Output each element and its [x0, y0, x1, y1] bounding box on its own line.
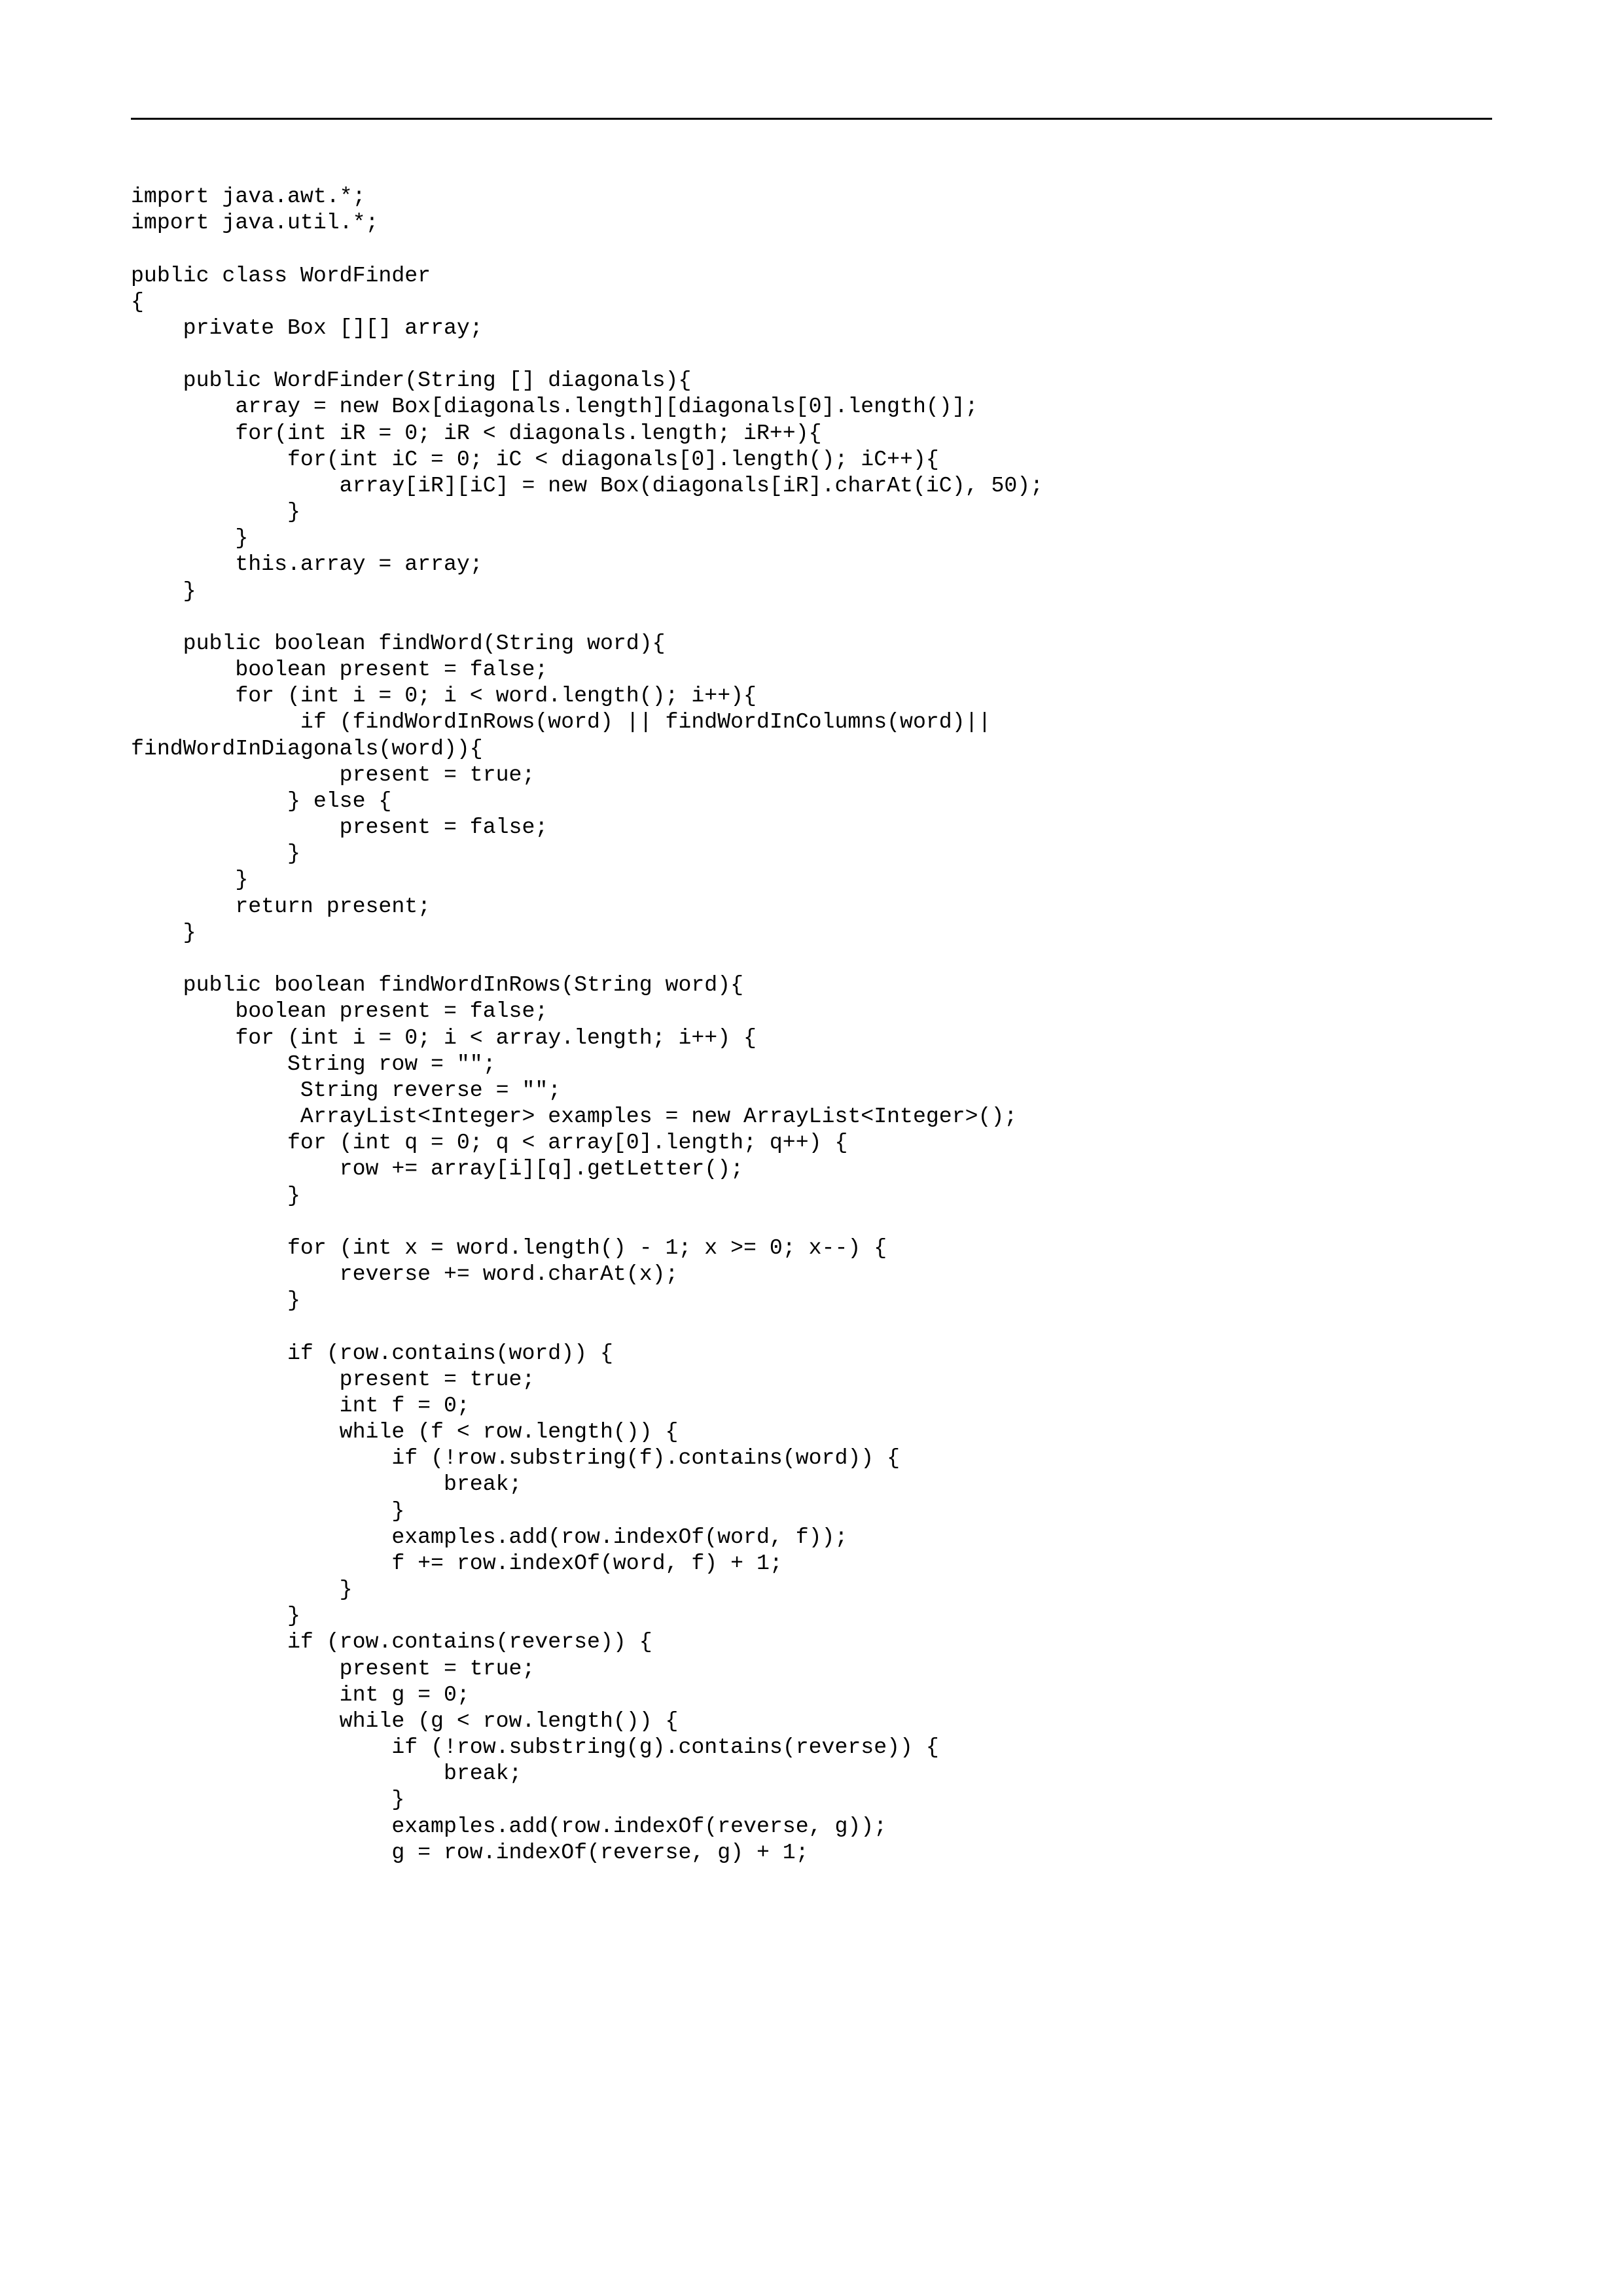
code-line: } else { [131, 788, 391, 813]
code-line: } [131, 1183, 300, 1208]
code-line: for(int iC = 0; iC < diagonals[0].length… [131, 447, 939, 472]
code-line: boolean present = false; [131, 657, 548, 682]
code-line: } [131, 1787, 404, 1812]
code-line: for (int i = 0; i < word.length(); i++){ [131, 683, 757, 708]
code-line: } [131, 920, 196, 945]
code-line: f += row.indexOf(word, f) + 1; [131, 1551, 783, 1576]
code-line: if (findWordInRows(word) || findWordInCo… [131, 709, 991, 734]
code-line: for (int i = 0; i < array.length; i++) { [131, 1025, 757, 1050]
code-line: public WordFinder(String [] diagonals){ [131, 368, 691, 393]
code-line: array = new Box[diagonals.length][diagon… [131, 394, 978, 419]
horizontal-rule [131, 118, 1492, 120]
code-line: present = true; [131, 1367, 535, 1392]
code-line: } [131, 499, 300, 524]
code-line: g = row.indexOf(reverse, g) + 1; [131, 1840, 809, 1865]
code-line: reverse += word.charAt(x); [131, 1262, 678, 1286]
code-line: array[iR][iC] = new Box(diagonals[iR].ch… [131, 473, 1043, 498]
code-line: String reverse = ""; [131, 1078, 561, 1103]
code-line: return present; [131, 894, 431, 919]
code-line: while (f < row.length()) { [131, 1419, 678, 1444]
code-line: public boolean findWord(String word){ [131, 631, 666, 656]
code-line: String row = ""; [131, 1051, 496, 1076]
code-line: int f = 0; [131, 1393, 470, 1418]
code-listing: import java.awt.*; import java.util.*; p… [131, 183, 1492, 1865]
code-line: if (row.contains(reverse)) { [131, 1629, 652, 1654]
code-line: { [131, 289, 144, 314]
code-line: } [131, 578, 196, 603]
code-line: row += array[i][q].getLetter(); [131, 1156, 743, 1181]
page: import java.awt.*; import java.util.*; p… [0, 0, 1623, 2296]
code-line: present = true; [131, 762, 535, 787]
code-line: findWordInDiagonals(word)){ [131, 736, 483, 761]
code-line: for(int iR = 0; iR < diagonals.length; i… [131, 421, 822, 446]
code-line: present = false; [131, 815, 548, 839]
code-line: for (int q = 0; q < array[0].length; q++… [131, 1130, 847, 1155]
code-line: public class WordFinder [131, 263, 431, 288]
code-line: } [131, 1603, 300, 1628]
code-line: int g = 0; [131, 1682, 470, 1707]
code-line: } [131, 525, 248, 550]
code-line: private Box [][] array; [131, 315, 483, 340]
code-line: if (row.contains(word)) { [131, 1341, 613, 1366]
code-line: examples.add(row.indexOf(word, f)); [131, 1525, 847, 1549]
code-line: } [131, 1288, 300, 1313]
code-line: import java.awt.*; [131, 184, 365, 209]
code-line: boolean present = false; [131, 998, 548, 1023]
code-line: } [131, 841, 300, 866]
code-line: } [131, 867, 248, 892]
code-line: ArrayList<Integer> examples = new ArrayL… [131, 1104, 1017, 1129]
code-line: for (int x = word.length() - 1; x >= 0; … [131, 1235, 887, 1260]
code-line: if (!row.substring(f).contains(word)) { [131, 1445, 900, 1470]
code-line: import java.util.*; [131, 210, 378, 235]
code-line: public boolean findWordInRows(String wor… [131, 972, 743, 997]
code-line: } [131, 1577, 353, 1602]
code-line: examples.add(row.indexOf(reverse, g)); [131, 1814, 887, 1839]
code-line: } [131, 1498, 404, 1523]
code-line: break; [131, 1761, 522, 1786]
code-line: while (g < row.length()) { [131, 1708, 678, 1733]
code-line: present = true; [131, 1656, 535, 1681]
code-line: break; [131, 1472, 522, 1496]
code-line: if (!row.substring(g).contains(reverse))… [131, 1735, 939, 1759]
code-line: this.array = array; [131, 552, 483, 576]
